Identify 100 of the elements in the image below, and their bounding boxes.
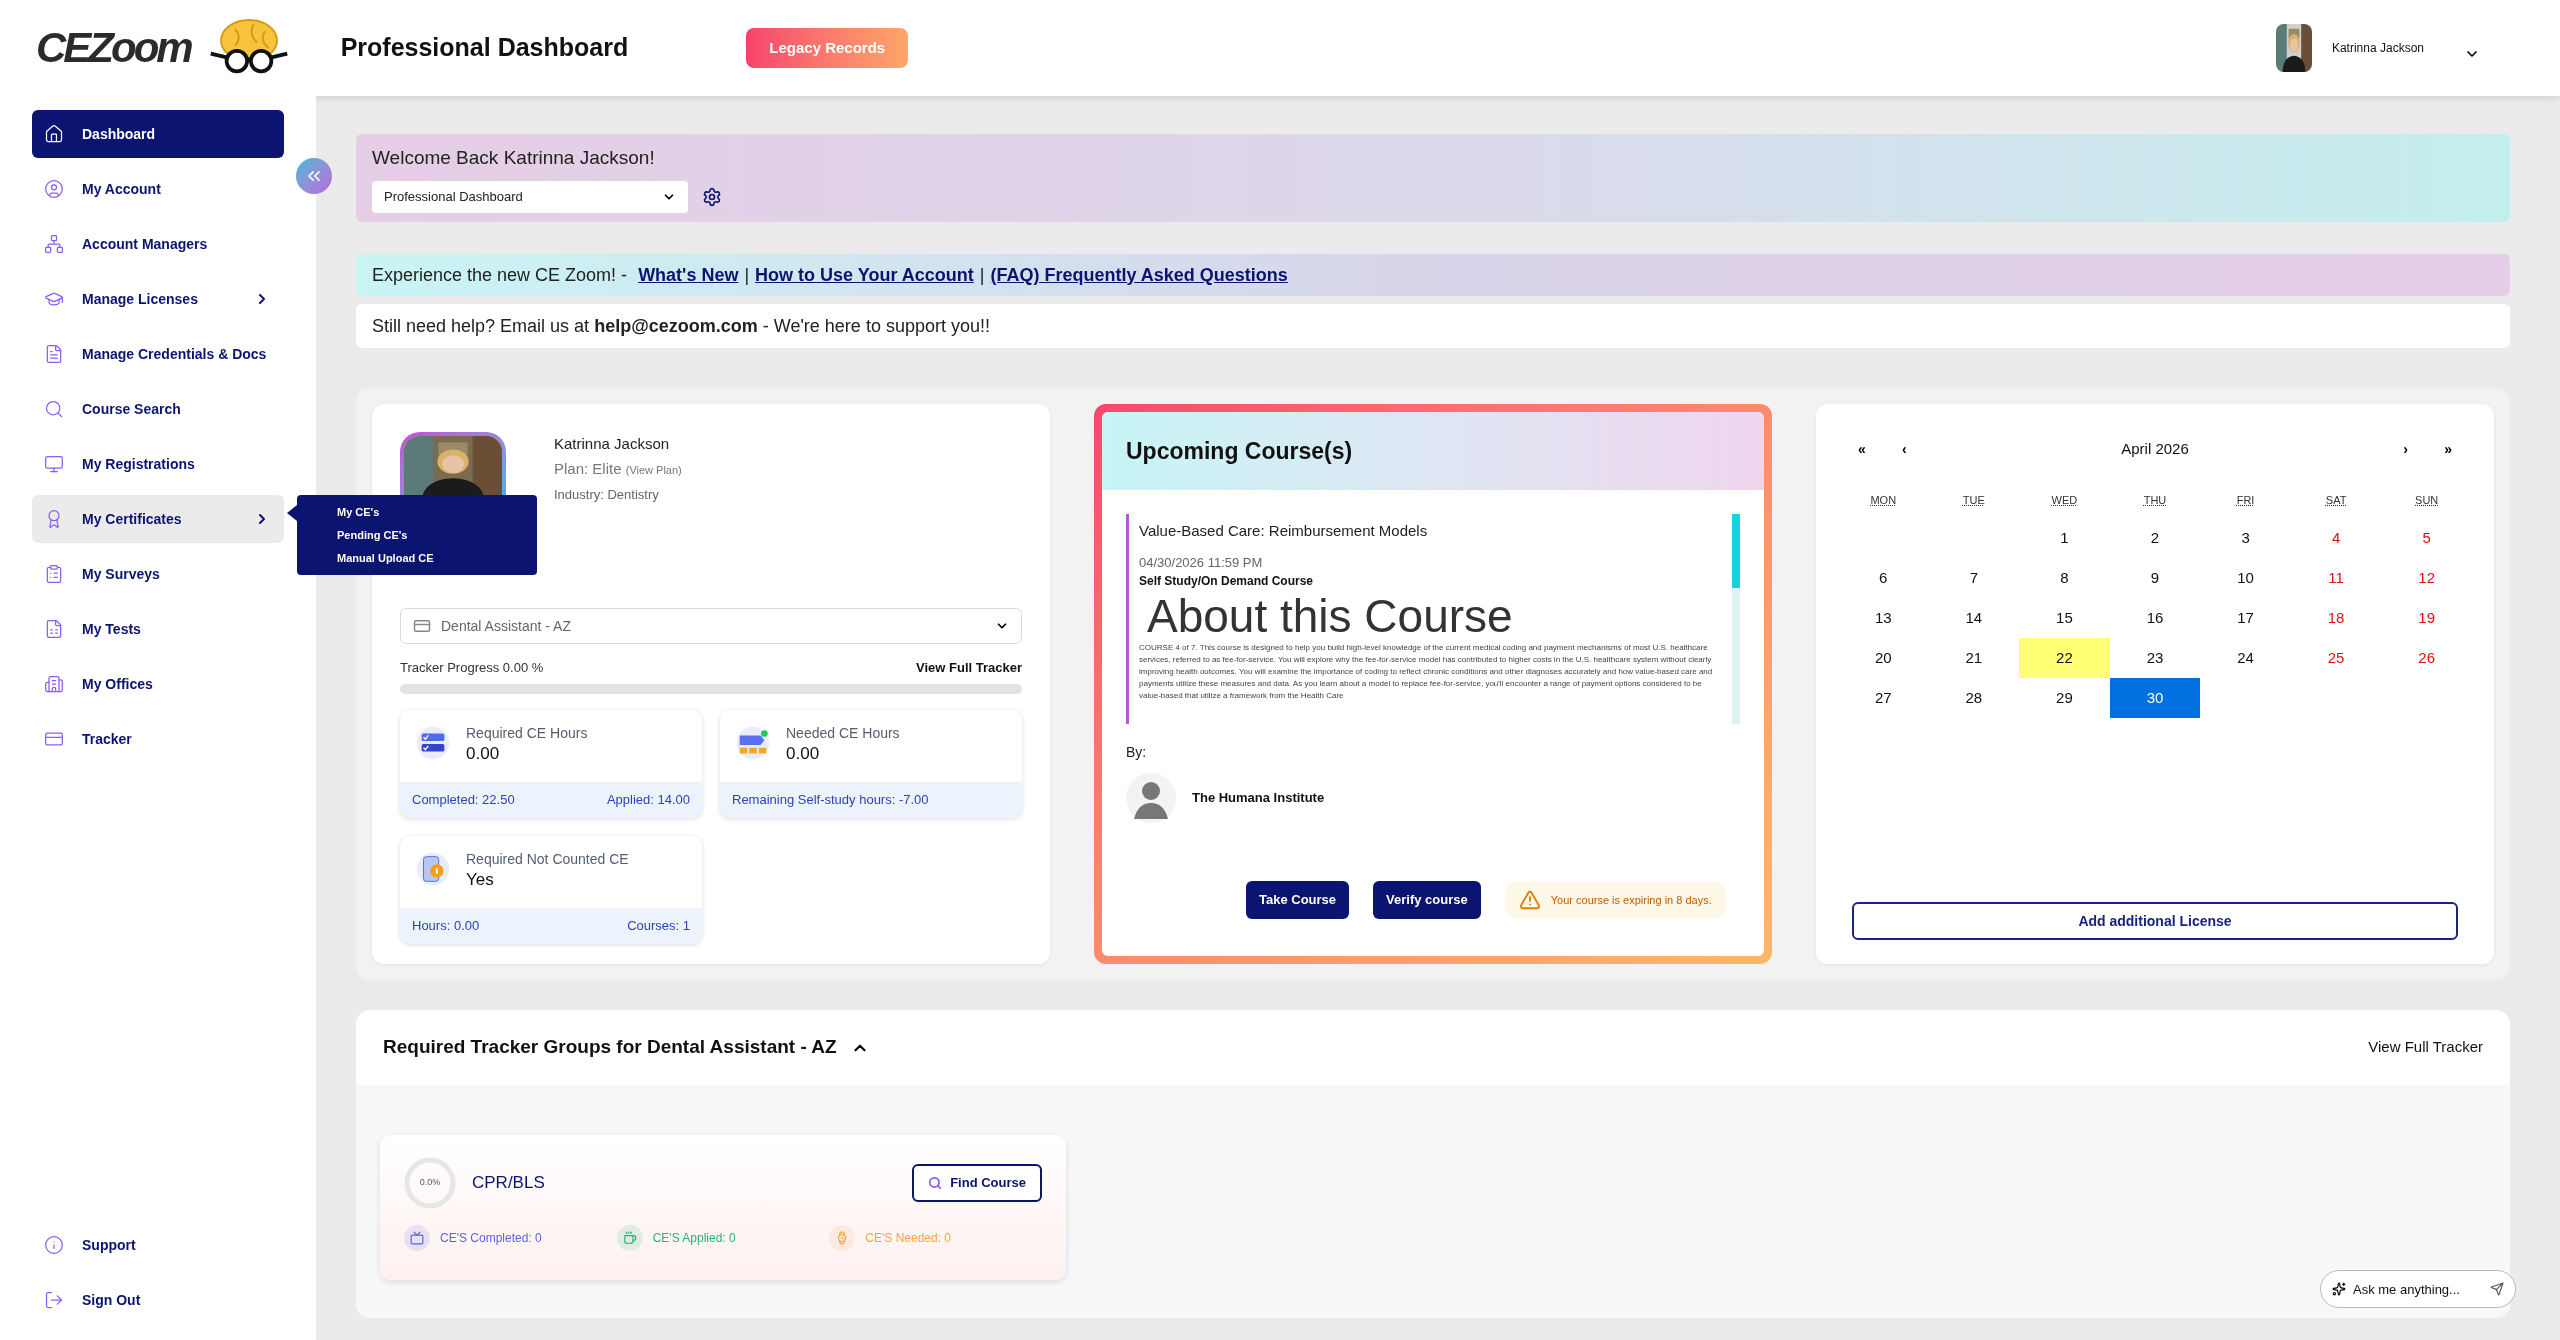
stat-title: Required CE Hours: [466, 723, 588, 742]
prev-month-button[interactable]: ‹: [1902, 438, 1946, 460]
calendar-day[interactable]: 5: [2381, 518, 2472, 558]
calendar-day[interactable]: 25: [2290, 638, 2382, 678]
settings-icon[interactable]: [702, 186, 722, 207]
monitor-icon: [410, 1231, 424, 1245]
spreadsheet-icon: [44, 619, 64, 639]
sidebar-item[interactable]: My Offices: [32, 660, 284, 708]
calendar-day[interactable]: 10: [2200, 558, 2291, 598]
sidebar-item[interactable]: My Registrations: [32, 440, 284, 488]
course-description: COURSE 4 of 7. This course is designed to help you build high-level knowledge of the current medical coding and payment mechanisms of most U.S. healthcare services, referred to as fee-for-service. You will explore why the fee-for-service model has contributed to higher costs in the U.S. healthcare system without clearly improving health outcomes. You will examine the importance of coding to reflect chronic conditions and other diagnoses accurately and how value-based care and payments utilize these measures and data. As you learn about a model to replace fee-for-service, you'll encounter a range of payment options considered to be value-based that utilize a framework from the Health Care: [1139, 642, 1714, 702]
warning-icon: [1518, 889, 1541, 911]
sidebar-item[interactable]: Course Search: [32, 385, 284, 433]
announcement-text: Experience the new CE Zoom! -: [372, 263, 629, 287]
calendar-day[interactable]: 19: [2381, 598, 2472, 638]
weekday-label: MON: [1870, 492, 1897, 508]
stat-detail: Courses: 1: [627, 916, 690, 935]
calendar-day[interactable]: 4: [2290, 518, 2382, 558]
industry-text: Industry: Dentistry: [554, 486, 660, 504]
license-select[interactable]: Dental Assistant - AZ: [400, 608, 1022, 644]
calendar-day[interactable]: 30: [2109, 678, 2201, 718]
view-full-tracker-link[interactable]: View Full Tracker: [2368, 1036, 2483, 1059]
sidebar-item[interactable]: Sign Out: [32, 1276, 284, 1324]
calendar-day[interactable]: 1: [2019, 518, 2110, 558]
calendar-day[interactable]: 24: [2200, 638, 2291, 678]
calendar-day[interactable]: 14: [1928, 598, 2020, 638]
sidebar-item[interactable]: Support: [32, 1221, 284, 1269]
course-action-button[interactable]: Verify course: [1373, 881, 1481, 919]
network-icon: [44, 234, 64, 254]
group-stat-text: CE'S Completed: 0: [440, 1230, 542, 1247]
sidebar-item[interactable]: My Certificates: [32, 495, 284, 543]
view-plan-link[interactable]: (View Plan): [625, 464, 682, 476]
calendar-day[interactable]: 28: [1928, 678, 2020, 718]
document-icon: [44, 344, 64, 364]
month-title: April 2026: [2120, 438, 2190, 459]
sidebar-item[interactable]: My Surveys: [32, 550, 284, 598]
add-license-button[interactable]: Add additional License: [1852, 902, 2458, 940]
calendar-day[interactable]: 29: [2019, 678, 2110, 718]
prev-year-button[interactable]: «: [1858, 438, 1902, 460]
calendar-day[interactable]: 6: [1838, 558, 1929, 598]
monitor-icon: [44, 454, 64, 474]
dashboard-select[interactable]: Professional Dashboard: [372, 180, 688, 213]
calendar-day[interactable]: 2: [2109, 518, 2201, 558]
calendar-day[interactable]: 20: [1838, 638, 1929, 678]
section-title: Required Tracker Groups for Dental Assistant - AZ: [383, 1035, 837, 1060]
view-full-tracker-link[interactable]: View Full Tracker: [916, 658, 1022, 678]
calendar-day[interactable]: 23: [2109, 638, 2201, 678]
calendar-day[interactable]: 13: [1838, 598, 1929, 638]
flyout-menu-item[interactable]: Manual Upload CE: [337, 549, 537, 567]
plan-text: Plan: Elite (View Plan): [554, 459, 682, 479]
group-stat-text: CE'S Applied: 0: [652, 1230, 736, 1247]
stat-value: 0.00: [466, 742, 501, 765]
tracker-progress-label: Tracker Progress 0.00 %: [400, 659, 544, 677]
page-title: Professional Dashboard: [340, 32, 629, 64]
sidebar-item[interactable]: Tracker: [32, 715, 284, 763]
house-icon: [44, 124, 64, 144]
sidebar-item[interactable]: My Tests: [32, 605, 284, 653]
avatar-placeholder-icon: [1126, 773, 1176, 823]
sidebar-item[interactable]: Manage Licenses: [32, 275, 284, 323]
announcement-link[interactable]: How to Use Your Account: [755, 261, 974, 289]
sidebar-item[interactable]: Dashboard: [32, 110, 284, 158]
calendar-day[interactable]: 9: [2109, 558, 2201, 598]
weekday-label: WED: [2051, 492, 2078, 508]
flyout-menu-item[interactable]: My CE's: [337, 503, 537, 521]
cup-icon: [622, 1231, 637, 1245]
calendar-day[interactable]: 15: [2019, 598, 2110, 638]
sidebar-item[interactable]: My Account: [32, 165, 284, 213]
calendar-day[interactable]: 21: [1928, 638, 2020, 678]
course-action-button[interactable]: Take Course: [1246, 881, 1350, 919]
announcement-link[interactable]: (FAQ) Frequently Asked Questions: [990, 261, 1288, 289]
calendar-day[interactable]: 11: [2290, 558, 2382, 598]
next-month-button[interactable]: ›: [2364, 438, 2408, 460]
user-name: Katrinna Jackson: [2331, 40, 2424, 57]
announcement-link[interactable]: What's New: [638, 261, 739, 289]
card-icon: [413, 617, 431, 635]
sidebar-item[interactable]: Account Managers: [32, 220, 284, 268]
calendar-day[interactable]: 8: [2019, 558, 2110, 598]
calendar-day[interactable]: 18: [2290, 598, 2382, 638]
logo-text: CEZoom: [36, 27, 191, 69]
search-icon: [928, 1176, 943, 1190]
find-course-button[interactable]: Find Course: [912, 1164, 1042, 1202]
sidebar-item[interactable]: Manage Credentials & Docs: [32, 330, 284, 378]
chat-field[interactable]: Ask me anything...: [2320, 1270, 2516, 1308]
provider-name: The Humana Institute: [1192, 789, 1325, 808]
calendar-day[interactable]: 27: [1838, 678, 1929, 718]
calendar-day[interactable]: 3: [2200, 518, 2291, 558]
calendar-day[interactable]: 22: [2019, 638, 2110, 678]
calendar-day[interactable]: 12: [2381, 558, 2472, 598]
calendar-day[interactable]: 16: [2109, 598, 2201, 638]
next-year-button[interactable]: »: [2408, 438, 2452, 460]
collapse-sidebar-button[interactable]: [296, 158, 332, 194]
card-title: Upcoming Course(s): [1126, 436, 1353, 466]
stat-detail: Applied: 14.00: [606, 790, 690, 809]
flyout-menu-item[interactable]: Pending CE's: [337, 526, 537, 544]
calendar-day[interactable]: 17: [2200, 598, 2291, 638]
scrollbar-icon: [1732, 514, 1740, 724]
send-icon: [2490, 1282, 2504, 1296]
group-stat-text: CE'S Needed: 0: [865, 1230, 952, 1247]
calendar-day[interactable]: 26: [2381, 638, 2472, 678]
calendar-day[interactable]: 7: [1928, 558, 2020, 598]
